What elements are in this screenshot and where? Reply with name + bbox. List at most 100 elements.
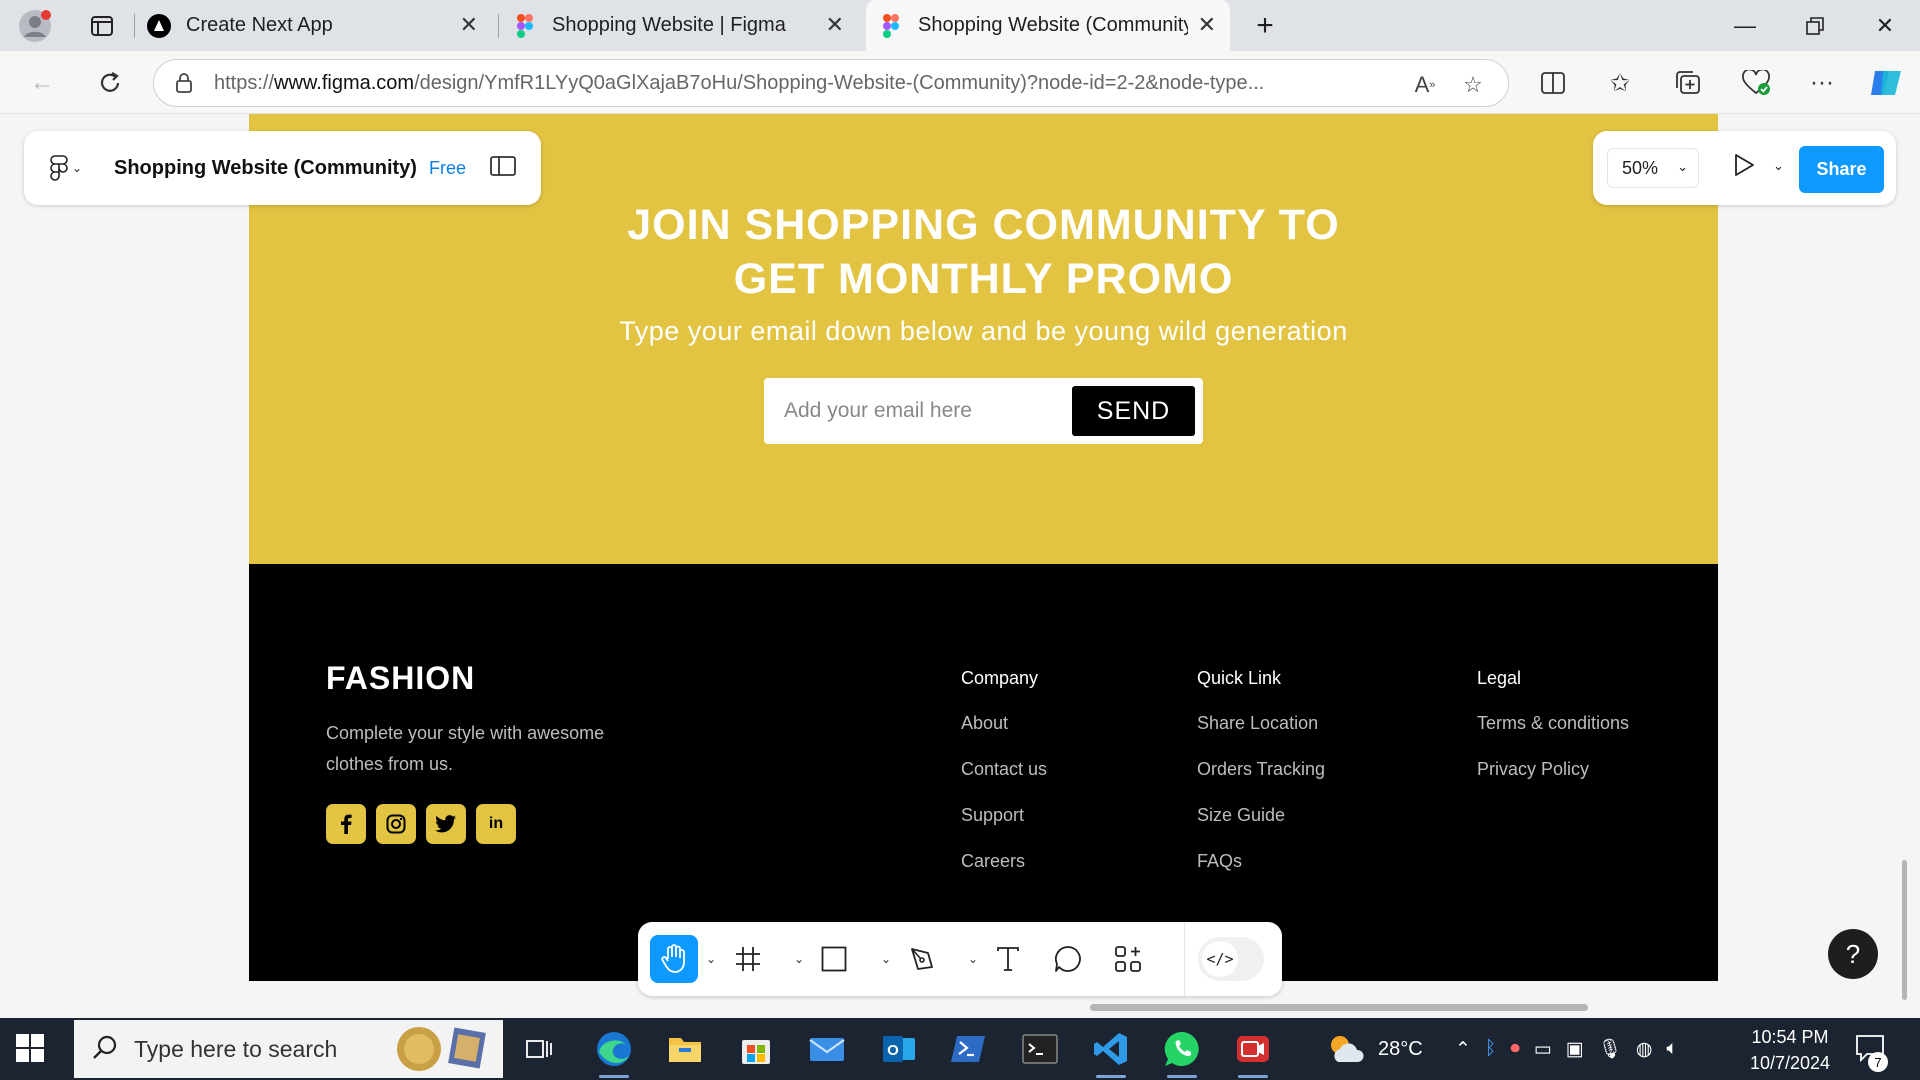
copilot-button[interactable]: [1866, 63, 1906, 103]
footer-link-terms[interactable]: Terms & conditions: [1477, 713, 1629, 759]
favorite-star-icon[interactable]: ☆: [1456, 68, 1490, 102]
chevron-down-icon[interactable]: ⌄: [1773, 158, 1784, 174]
file-title[interactable]: Shopping Website (Community): [114, 157, 417, 180]
split-screen-icon: [1541, 72, 1565, 94]
hand-tool-button[interactable]: [650, 935, 698, 983]
restore-button[interactable]: [1780, 0, 1850, 51]
footer-link-orders-tracking[interactable]: Orders Tracking: [1197, 759, 1325, 805]
start-button[interactable]: [16, 1034, 44, 1067]
url-path: /design/YmfR1LYyQ0aGlXajaB7oHu/Shopping-…: [414, 71, 1265, 94]
twitter-icon[interactable]: [426, 804, 466, 844]
close-icon: ✕: [1875, 12, 1895, 38]
chevron-down-icon[interactable]: ⌄: [706, 952, 716, 966]
figma-canvas[interactable]: JOIN SHOPPING COMMUNITY TO GET MONTHLY P…: [0, 114, 1920, 1018]
refresh-button[interactable]: [90, 63, 130, 103]
chevron-down-icon[interactable]: ⌄: [968, 952, 978, 966]
present-play-icon[interactable]: [1733, 153, 1755, 182]
tab-actions-button[interactable]: [78, 0, 126, 51]
plan-badge[interactable]: Free: [429, 158, 466, 179]
lock-icon[interactable]: [154, 72, 214, 94]
bluetooth-icon[interactable]: ᛒ: [1485, 1038, 1496, 1060]
taskbar-search[interactable]: Type here to search: [74, 1020, 503, 1078]
taskbar-microsoft-store[interactable]: [733, 1026, 779, 1072]
text-tool-button[interactable]: [984, 935, 1032, 983]
url-text[interactable]: https://www.figma.com/design/YmfR1LYyQ0a…: [214, 72, 1374, 95]
footer-link-contact-us[interactable]: Contact us: [961, 759, 1047, 805]
tab-shopping-website-community[interactable]: Shopping Website (Community) – ✕: [866, 0, 1230, 51]
back-button[interactable]: ←: [22, 63, 62, 103]
share-button[interactable]: Share: [1799, 146, 1884, 193]
show-hidden-icons-chevron-icon[interactable]: ⌃: [1455, 1038, 1471, 1061]
pen-tool-button[interactable]: [898, 935, 946, 983]
nextjs-icon: [146, 13, 172, 39]
chevron-down-icon[interactable]: ⌄: [794, 952, 804, 966]
chevron-down-icon[interactable]: ⌄: [881, 952, 891, 966]
taskbar-edge[interactable]: [591, 1026, 637, 1078]
footer-link-about[interactable]: About: [961, 713, 1047, 759]
send-button[interactable]: SEND: [1072, 386, 1195, 436]
address-bar[interactable]: https://www.figma.com/design/YmfR1LYyQ0a…: [153, 59, 1509, 107]
facebook-icon[interactable]: [326, 804, 366, 844]
footer-tagline: Complete your style with awesome clothes…: [326, 723, 605, 774]
volume-icon[interactable]: 🔈︎: [1666, 1038, 1677, 1060]
collections-button[interactable]: [1668, 63, 1708, 103]
favorites-button[interactable]: ✩: [1600, 63, 1640, 103]
new-tab-button[interactable]: +: [1245, 0, 1285, 51]
weather-widget[interactable]: 28°C: [1326, 1018, 1423, 1080]
taskbar-outlook[interactable]: O: [876, 1026, 922, 1072]
taskbar-file-explorer[interactable]: [662, 1026, 708, 1072]
close-tab-icon[interactable]: ✕: [460, 12, 478, 38]
instagram-icon[interactable]: [376, 804, 416, 844]
microphone-icon[interactable]: 🎙︎: [1598, 1037, 1622, 1061]
profile-avatar[interactable]: [18, 0, 68, 51]
shape-tool-button[interactable]: [810, 935, 858, 983]
toggle-sidebar-icon[interactable]: [490, 155, 516, 181]
taskbar-terminal[interactable]: [1017, 1026, 1063, 1072]
footer-link-privacy-policy[interactable]: Privacy Policy: [1477, 759, 1629, 805]
vertical-scrollbar[interactable]: [1902, 860, 1907, 1000]
browser-essentials-button[interactable]: [1736, 63, 1776, 103]
linkedin-icon[interactable]: in: [476, 804, 516, 844]
footer-link-careers[interactable]: Careers: [961, 851, 1047, 897]
taskbar-screen-recorder[interactable]: [1230, 1026, 1276, 1078]
browser-tab-strip: Create Next App ✕ Shopping Website | Fig…: [0, 0, 1920, 51]
settings-more-button[interactable]: ···: [1802, 63, 1842, 103]
footer-column-heading: Quick Link: [1197, 668, 1282, 688]
tab-shopping-website-figma[interactable]: Shopping Website | Figma ✕: [508, 0, 858, 51]
tab-actions-icon: [91, 15, 113, 36]
taskbar-whatsapp[interactable]: [1159, 1026, 1205, 1078]
footer-link-support[interactable]: Support: [961, 805, 1047, 851]
footer-link-share-location[interactable]: Share Location: [1197, 713, 1325, 759]
minimize-icon: —: [1734, 12, 1756, 38]
footer-link-faqs[interactable]: FAQs: [1197, 851, 1325, 897]
taskbar-mail[interactable]: [804, 1026, 850, 1072]
horizontal-scrollbar[interactable]: [1090, 1004, 1588, 1011]
battery-icon[interactable]: ▭: [1534, 1038, 1552, 1061]
frame-icon: [736, 947, 760, 971]
close-tab-icon[interactable]: ✕: [826, 12, 844, 38]
network-globe-icon[interactable]: ◍: [1636, 1038, 1653, 1061]
footer-section[interactable]: FASHION Complete your style with awesome…: [249, 564, 1718, 981]
split-screen-button[interactable]: [1533, 63, 1573, 103]
footer-link-size-guide[interactable]: Size Guide: [1197, 805, 1325, 851]
close-window-button[interactable]: ✕: [1850, 0, 1920, 51]
help-button[interactable]: ?: [1828, 929, 1878, 979]
frame-tool-button[interactable]: [724, 935, 772, 983]
taskbar-vscode[interactable]: [1088, 1026, 1134, 1078]
read-aloud-icon[interactable]: A»: [1408, 68, 1442, 102]
meet-now-icon[interactable]: ▣: [1566, 1038, 1584, 1061]
taskbar-powershell[interactable]: [946, 1026, 992, 1072]
minimize-button[interactable]: —: [1710, 0, 1780, 51]
close-tab-icon[interactable]: ✕: [1198, 12, 1216, 38]
task-view-button[interactable]: [516, 1026, 562, 1072]
actions-tool-button[interactable]: [1104, 935, 1152, 983]
email-input[interactable]: [784, 378, 1064, 444]
taskbar-clock[interactable]: 10:54 PM 10/7/2024: [1735, 1024, 1845, 1076]
comment-tool-button[interactable]: [1044, 935, 1092, 983]
dev-mode-toggle[interactable]: </>: [1198, 937, 1264, 981]
tab-create-next-app[interactable]: Create Next App ✕: [142, 0, 492, 51]
main-menu-button[interactable]: ⌄: [50, 155, 96, 181]
recorder-tray-icon[interactable]: ⏺: [1510, 1038, 1520, 1060]
zoom-dropdown[interactable]: 50% ⌄: [1607, 148, 1699, 188]
refresh-icon: [100, 72, 120, 92]
